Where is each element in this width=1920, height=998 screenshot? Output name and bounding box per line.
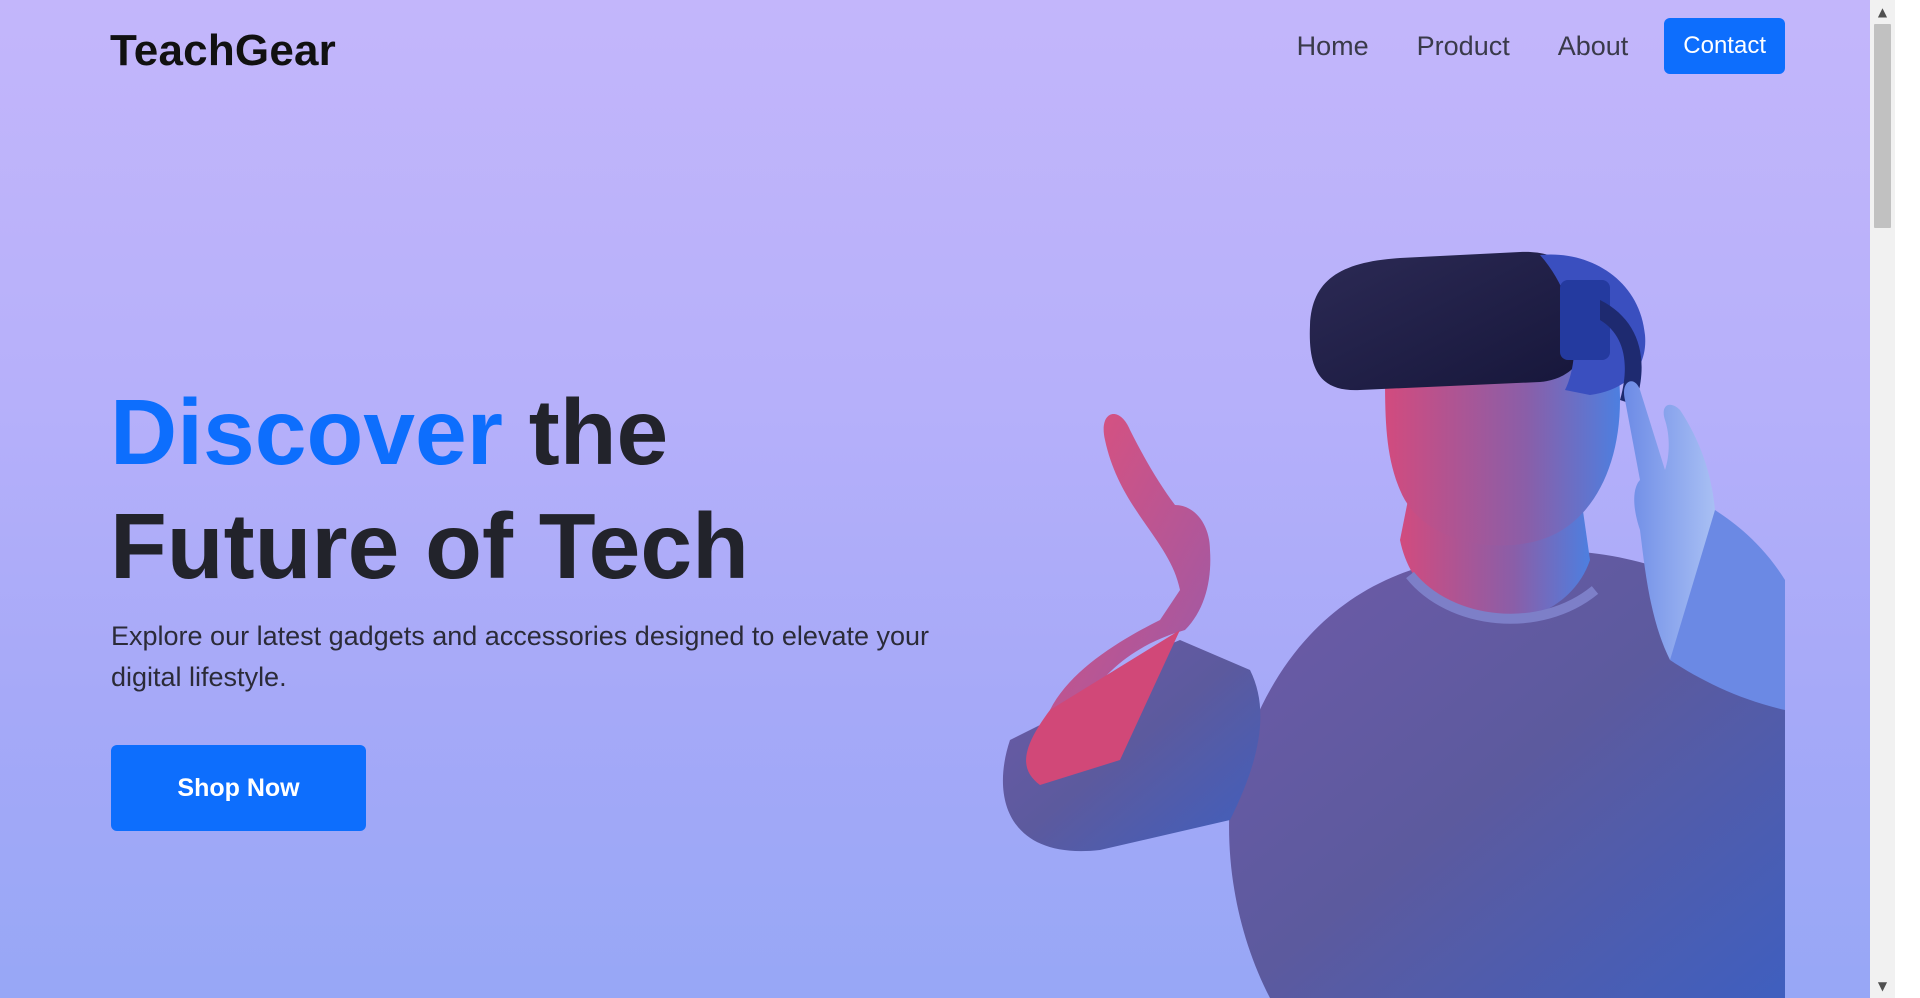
hero-title: Discover the Future of Tech	[110, 375, 749, 603]
nav-product[interactable]: Product	[1417, 18, 1510, 74]
vr-person-image	[1002, 251, 1785, 998]
hero-title-accent: Discover	[110, 380, 503, 484]
nav-about[interactable]: About	[1558, 18, 1629, 74]
scroll-up-arrow-icon[interactable]: ▲	[1870, 2, 1895, 22]
brand-logo[interactable]: TeachGear	[110, 26, 336, 76]
vertical-scrollbar[interactable]: ▲ ▼	[1870, 0, 1895, 998]
hero-subtitle: Explore our latest gadgets and accessori…	[111, 621, 930, 692]
hero-title-line1: the	[502, 380, 669, 484]
page: TeachGear Home Product About Contact Dis…	[0, 0, 1895, 998]
hero-title-line2: Future of Tech	[110, 494, 749, 598]
scroll-thumb[interactable]	[1874, 24, 1891, 228]
main-nav: Home Product About Contact	[1249, 18, 1785, 74]
nav-home[interactable]: Home	[1297, 18, 1369, 74]
scroll-down-arrow-icon[interactable]: ▼	[1870, 976, 1895, 996]
shop-now-button[interactable]: Shop Now	[111, 745, 366, 831]
contact-button[interactable]: Contact	[1664, 18, 1785, 74]
